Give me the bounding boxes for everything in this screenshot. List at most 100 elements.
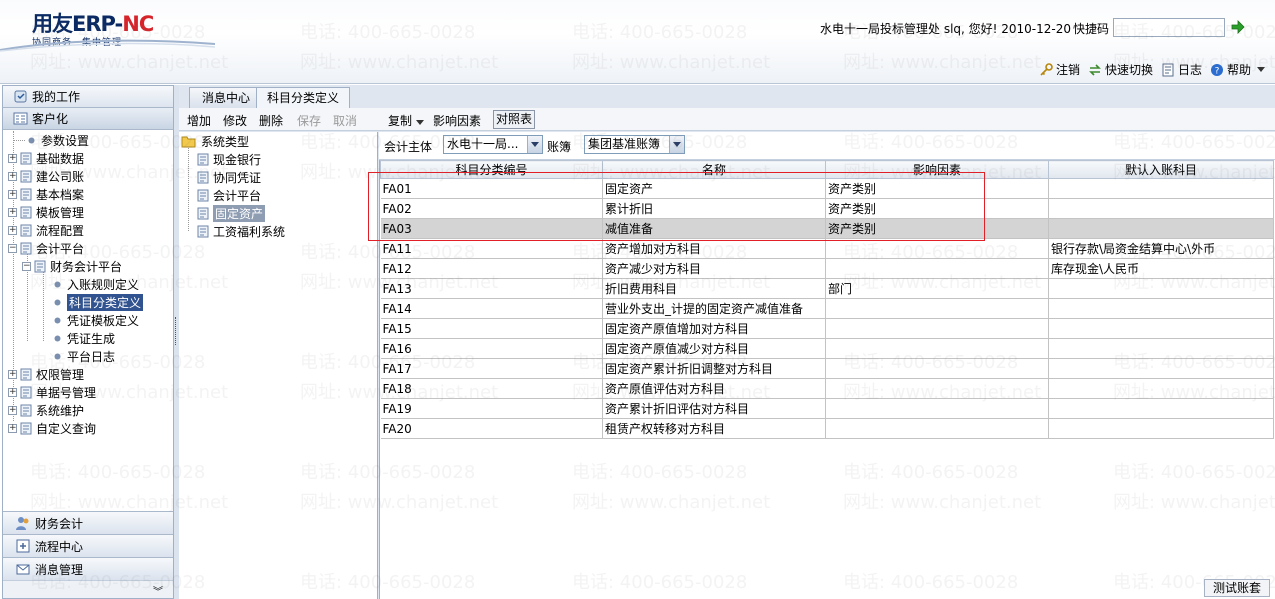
type-item-acct-platform[interactable]: 会计平台 [197, 186, 261, 204]
table-cell[interactable]: 资产类别 [825, 218, 1049, 239]
flow-center-button[interactable]: 流程中心 [3, 534, 173, 557]
nav-basic-data[interactable]: + 基础数据 [8, 149, 84, 167]
expand-icon[interactable]: + [8, 225, 17, 235]
table-cell[interactable]: 减值准备 [602, 218, 826, 239]
nav-doc-no-mgmt[interactable]: + 单据号管理 [8, 383, 96, 401]
finance-module-button[interactable]: 财务会计 [3, 511, 173, 534]
column-header[interactable]: 名称 [602, 160, 826, 179]
table-cell[interactable]: 累计折旧 [602, 198, 826, 219]
table-cell[interactable] [825, 258, 1049, 279]
table-cell[interactable]: 部门 [825, 278, 1049, 299]
delete-button[interactable]: 删除 [259, 112, 283, 129]
table-cell[interactable]: 租赁产权转移对方科目 [602, 418, 826, 439]
table-row[interactable]: FA15 固定资产原值增加对方科目 [380, 318, 1274, 339]
table-row[interactable]: FA11 资产增加对方科目 银行存款\局资金结算中心\外币 [380, 238, 1274, 259]
table-cell[interactable] [1048, 198, 1274, 219]
type-root[interactable]: 系统类型 [181, 132, 249, 150]
collapse-icon[interactable]: − [8, 243, 17, 253]
nav-voucher-gen[interactable]: 凭证生成 [53, 329, 115, 347]
table-cell[interactable]: 固定资产 [602, 178, 826, 199]
nav-entry-rule[interactable]: 入账规则定义 [53, 275, 139, 293]
table-cell[interactable]: 资产原值评估对方科目 [602, 378, 826, 399]
type-item-fixed-assets[interactable]: 固定资产 [197, 204, 266, 222]
table-cell[interactable] [825, 398, 1049, 419]
table-cell[interactable] [825, 418, 1049, 439]
table-cell[interactable] [825, 238, 1049, 259]
my-work-section[interactable]: 我的工作 [3, 86, 173, 108]
nav-subject-class[interactable]: 科目分类定义 [53, 293, 144, 311]
type-item-cash-bank[interactable]: 现金银行 [197, 150, 261, 168]
table-cell[interactable] [825, 338, 1049, 359]
table-cell[interactable]: FA14 [380, 298, 603, 319]
expand-icon[interactable]: + [8, 171, 17, 181]
table-row[interactable]: FA19 资产累计折旧评估对方科目 [380, 398, 1274, 419]
logout-button[interactable]: 注销 [1039, 61, 1080, 78]
table-cell[interactable]: FA12 [380, 258, 603, 279]
table-row[interactable]: FA16 固定资产原值减少对方科目 [380, 338, 1274, 359]
table-cell[interactable]: FA19 [380, 398, 603, 419]
table-cell[interactable]: 固定资产原值减少对方科目 [602, 338, 826, 359]
type-item-payroll[interactable]: 工资福利系统 [197, 222, 285, 240]
table-cell[interactable] [1048, 278, 1274, 299]
table-cell[interactable]: 资产减少对方科目 [602, 258, 826, 279]
table-row[interactable]: FA12 资产减少对方科目 库存现金\人民币 [380, 258, 1274, 279]
customize-section[interactable]: 客户化 [3, 108, 173, 130]
table-cell[interactable]: FA11 [380, 238, 603, 259]
table-row[interactable]: FA03 减值准备 资产类别 [380, 218, 1274, 239]
nav-params[interactable]: 参数设置 [13, 131, 89, 149]
table-row[interactable]: FA14 营业外支出_计提的固定资产减值准备 [380, 298, 1274, 319]
nav-acct-platform[interactable]: − 会计平台 [8, 239, 84, 257]
table-row[interactable]: FA01 固定资产 资产类别 [380, 178, 1274, 199]
tab-subject-class[interactable]: 科目分类定义 [256, 87, 350, 109]
nav-platform-log[interactable]: 平台日志 [53, 347, 115, 365]
table-cell[interactable] [825, 378, 1049, 399]
nav-flow-config[interactable]: + 流程配置 [8, 221, 84, 239]
table-cell[interactable] [1048, 398, 1274, 419]
nav-custom-query[interactable]: + 自定义查询 [8, 419, 96, 437]
table-cell[interactable]: FA03 [380, 218, 603, 239]
table-cell[interactable]: FA02 [380, 198, 603, 219]
more-modules-toggle[interactable]: ︾ [3, 580, 173, 598]
table-cell[interactable]: 营业外支出_计提的固定资产减值准备 [602, 298, 826, 319]
table-cell[interactable]: FA16 [380, 338, 603, 359]
type-item-coop-voucher[interactable]: 协同凭证 [197, 168, 261, 186]
entity-select[interactable]: 水电十一局... [443, 135, 543, 154]
table-row[interactable]: FA18 资产原值评估对方科目 [380, 378, 1274, 399]
table-cell[interactable]: FA20 [380, 418, 603, 439]
table-cell[interactable] [1048, 378, 1274, 399]
nav-basic-archive[interactable]: + 基本档案 [8, 185, 84, 203]
go-arrow-icon[interactable] [1231, 20, 1245, 34]
column-header[interactable]: 影响因素 [825, 160, 1049, 179]
edit-button[interactable]: 修改 [223, 112, 247, 129]
help-button[interactable]: ? 帮助 [1210, 61, 1265, 78]
table-cell[interactable]: 银行存款\局资金结算中心\外币 [1048, 238, 1274, 259]
nav-build-account[interactable]: + 建公司账 [8, 167, 84, 185]
log-button[interactable]: 日志 [1161, 61, 1202, 78]
column-header[interactable]: 科目分类编号 [380, 160, 603, 179]
table-cell[interactable]: 固定资产累计折旧调整对方科目 [602, 358, 826, 379]
table-cell[interactable]: FA17 [380, 358, 603, 379]
nav-sys-maint[interactable]: + 系统维护 [8, 401, 84, 419]
table-cell[interactable] [825, 298, 1049, 319]
table-cell[interactable]: FA15 [380, 318, 603, 339]
table-cell[interactable]: 资产增加对方科目 [602, 238, 826, 259]
table-cell[interactable]: 库存现金\人民币 [1048, 258, 1274, 279]
save-button[interactable]: 保存 [297, 112, 321, 129]
expand-icon[interactable]: + [8, 153, 17, 163]
expand-icon[interactable]: + [8, 387, 17, 397]
table-cell[interactable] [1048, 218, 1274, 239]
table-cell[interactable]: 资产累计折旧评估对方科目 [602, 398, 826, 419]
quick-switch-button[interactable]: 快速切换 [1088, 61, 1153, 78]
table-cell[interactable] [825, 318, 1049, 339]
expand-icon[interactable]: + [8, 405, 17, 415]
shortcut-code-input[interactable] [1113, 18, 1225, 37]
copy-button[interactable]: 复制 [388, 112, 425, 129]
table-row[interactable]: FA13 折旧费用科目 部门 [380, 278, 1274, 299]
table-cell[interactable] [1048, 298, 1274, 319]
expand-icon[interactable]: + [8, 369, 17, 379]
table-cell[interactable] [1048, 418, 1274, 439]
nav-template-mgmt[interactable]: + 模板管理 [8, 203, 84, 221]
table-row[interactable]: FA02 累计折旧 资产类别 [380, 198, 1274, 219]
nav-fin-acct-platform[interactable]: − 财务会计平台 [22, 257, 122, 275]
message-mgmt-button[interactable]: 消息管理 [3, 557, 173, 580]
